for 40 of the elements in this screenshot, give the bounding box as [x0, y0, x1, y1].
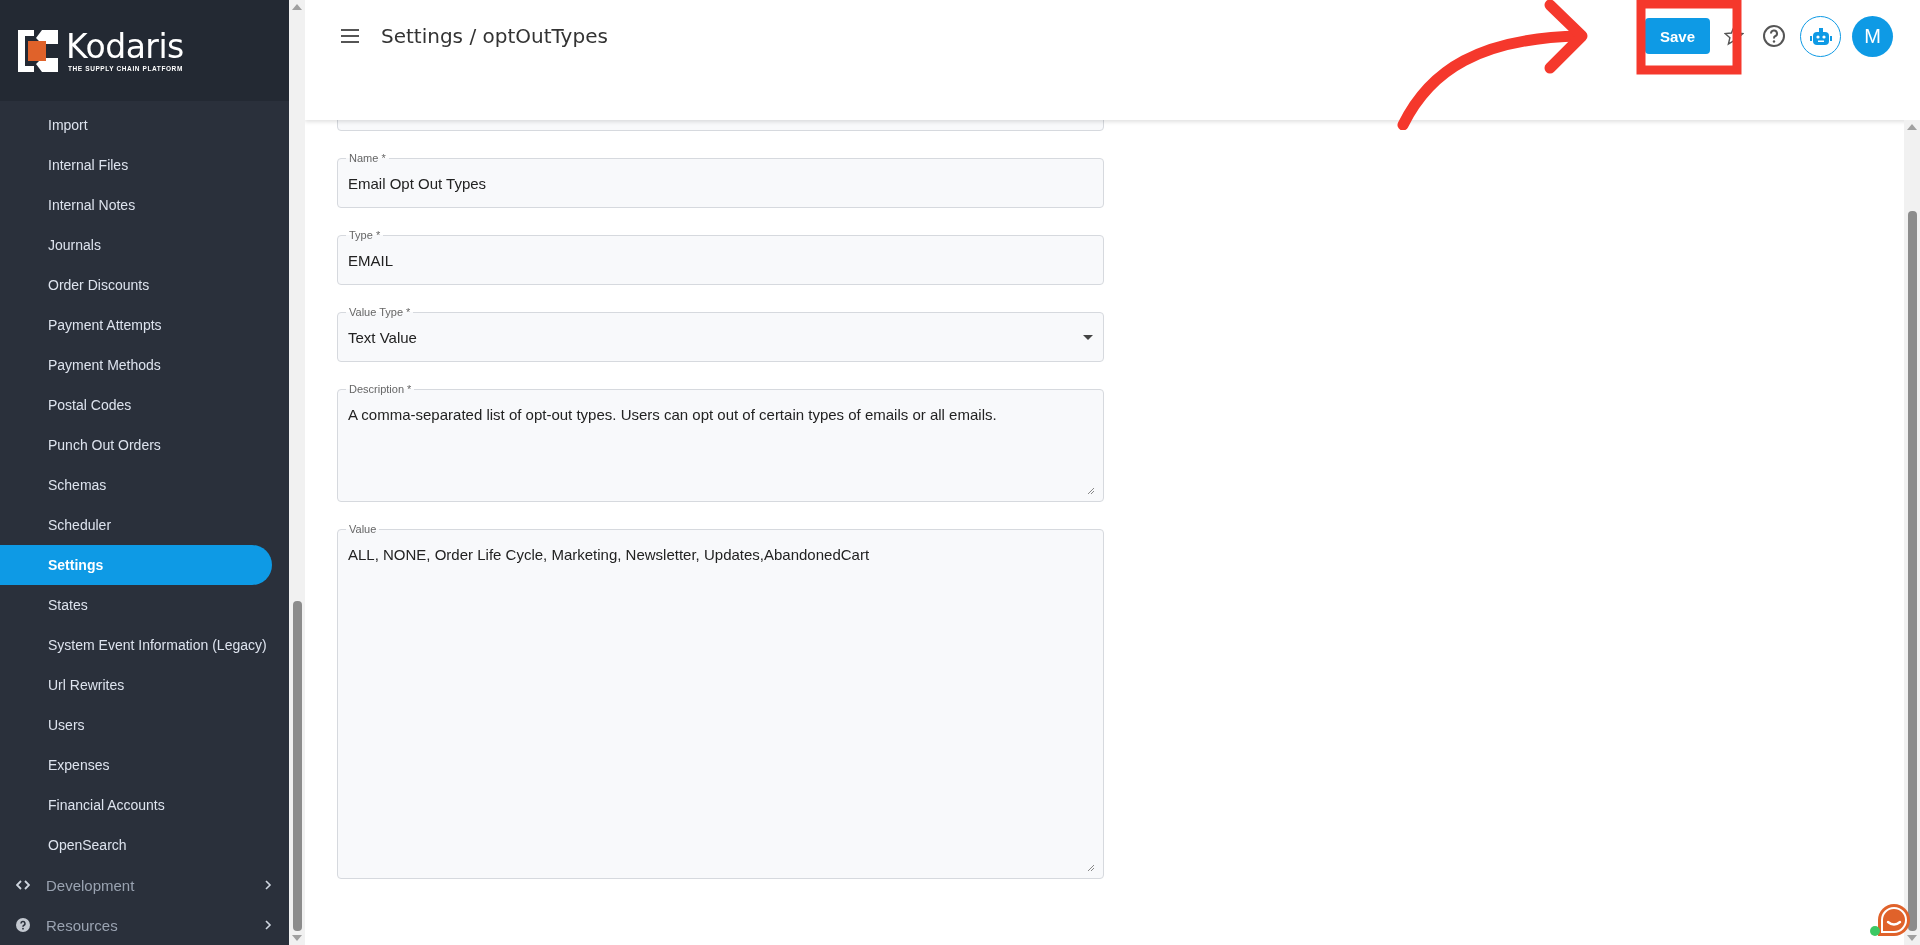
chevron-icon	[264, 880, 272, 890]
page-title: Settings / optOutTypes	[381, 23, 609, 50]
nav-item[interactable]: Punch Out Orders	[0, 425, 272, 465]
logo-name: Kodaris	[66, 29, 184, 65]
nav-item[interactable]: Users	[0, 705, 272, 745]
nav-item[interactable]: Expenses	[0, 745, 272, 785]
nav-item[interactable]: Financial Accounts	[0, 785, 272, 825]
nav-item[interactable]: Internal Files	[0, 145, 272, 185]
nav-section[interactable]: Development	[0, 865, 272, 905]
field-label: Description *	[346, 382, 415, 396]
robot-icon	[1809, 27, 1832, 46]
nav-item[interactable]: Schemas	[0, 465, 272, 505]
field-label: Value Type *	[346, 305, 414, 319]
nav-item[interactable]: Payment Attempts	[0, 305, 272, 345]
chevron-icon	[264, 920, 272, 930]
help-icon	[16, 918, 30, 932]
scrollbar[interactable]	[289, 0, 305, 945]
nav-item[interactable]: Internal Notes	[0, 185, 272, 225]
help-icon[interactable]	[1762, 24, 1786, 48]
nav-item[interactable]: Order Discounts	[0, 265, 272, 305]
star-icon[interactable]	[1724, 26, 1744, 46]
nav-item[interactable]: Url Rewrites	[0, 665, 272, 705]
nav-item[interactable]: Journals	[0, 225, 272, 265]
nav-item[interactable]: States	[0, 585, 272, 625]
code-icon	[16, 879, 30, 891]
nav-item[interactable]: Postal Codes	[0, 385, 272, 425]
logo-icon	[18, 27, 58, 74]
resize-grip-icon[interactable]	[1087, 487, 1095, 495]
nav-item[interactable]: Payment Methods	[0, 345, 272, 385]
nav-item[interactable]: Import	[0, 105, 272, 145]
nav-section[interactable]: Resources	[0, 905, 272, 945]
nav-item[interactable]: OpenSearch	[0, 825, 272, 865]
resize-grip-icon[interactable]	[1087, 864, 1095, 872]
dropdown-caret-icon[interactable]	[1083, 334, 1093, 340]
field-label: Type *	[346, 228, 384, 242]
nav-item[interactable]: Scheduler	[0, 505, 272, 545]
nav-item[interactable]: System Event Information (Legacy)	[0, 625, 272, 665]
field-label: Name *	[346, 151, 389, 165]
scrollbar[interactable]	[1904, 120, 1920, 945]
field-label: Value	[346, 522, 380, 536]
